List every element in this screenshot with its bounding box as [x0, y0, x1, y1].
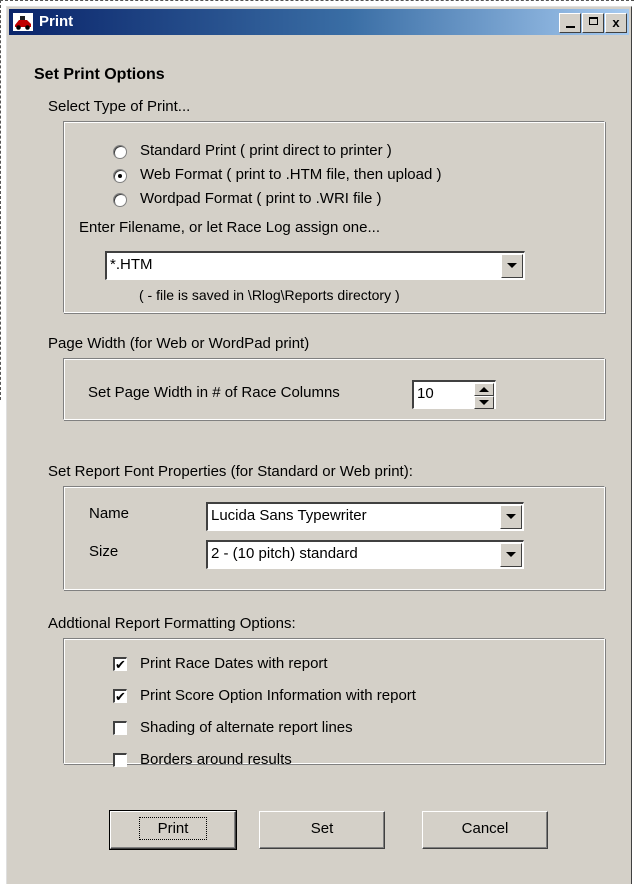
radio-standard-print-label[interactable]: Standard Print ( print direct to printer…	[140, 142, 392, 159]
minimize-button[interactable]	[559, 13, 581, 33]
filename-note: ( - file is saved in \Rlog\Reports direc…	[139, 287, 400, 303]
radio-web-format[interactable]	[113, 169, 127, 183]
filename-value[interactable]: *.HTM	[110, 256, 153, 273]
checkbox-borders-label[interactable]: Borders around results	[140, 751, 292, 768]
radio-wordpad-format[interactable]	[113, 193, 127, 207]
checkbox-score-option-label[interactable]: Print Score Option Information with repo…	[140, 687, 416, 704]
print-button[interactable]: Print	[109, 810, 237, 850]
spin-up-icon[interactable]	[474, 383, 494, 396]
checkbox-race-dates-label[interactable]: Print Race Dates with report	[140, 655, 328, 672]
chevron-down-icon[interactable]	[500, 543, 522, 567]
window-title: Print	[39, 13, 74, 30]
filename-label: Enter Filename, or let Race Log assign o…	[79, 219, 380, 236]
checkbox-shading[interactable]	[113, 721, 127, 735]
title-bar[interactable]: Print x	[9, 9, 629, 35]
checkbox-borders[interactable]	[113, 753, 127, 767]
filename-combobox[interactable]: *.HTM	[105, 251, 525, 280]
radio-standard-print[interactable]	[113, 145, 127, 159]
page-width-label: Page Width (for Web or WordPad print)	[48, 335, 310, 352]
spin-down-icon[interactable]	[474, 396, 494, 409]
print-dialog: Print x Set Print Options Select Type of…	[6, 6, 632, 884]
print-type-label: Select Type of Print...	[48, 98, 191, 115]
chevron-down-icon[interactable]	[501, 254, 523, 278]
minimize-icon	[565, 26, 575, 28]
maximize-icon	[588, 17, 598, 25]
font-size-combobox[interactable]: 2 - (10 pitch) standard	[206, 540, 524, 569]
selection-edge-left	[0, 0, 1, 400]
race-car-icon	[13, 13, 33, 31]
maximize-button[interactable]	[582, 13, 604, 33]
checkbox-score-option[interactable]: ✔	[113, 689, 127, 703]
page-width-spinner[interactable]: 10	[412, 380, 496, 409]
font-size-label: Size	[89, 543, 119, 560]
selection-edge-top	[0, 0, 634, 1]
formatting-label: Addtional Report Formatting Options:	[48, 615, 296, 632]
cancel-button[interactable]: Cancel	[422, 811, 548, 849]
checkbox-shading-label[interactable]: Shading of alternate report lines	[140, 719, 353, 736]
font-size-value[interactable]: 2 - (10 pitch) standard	[211, 545, 358, 562]
radio-web-format-label[interactable]: Web Format ( print to .HTM file, then up…	[140, 166, 442, 183]
radio-wordpad-format-label[interactable]: Wordpad Format ( print to .WRI file )	[140, 190, 381, 207]
checkbox-race-dates[interactable]: ✔	[113, 657, 127, 671]
set-button[interactable]: Set	[259, 811, 385, 849]
font-name-value[interactable]: Lucida Sans Typewriter	[211, 507, 367, 524]
dialog-heading: Set Print Options	[34, 66, 165, 83]
font-name-label: Name	[89, 505, 130, 522]
close-icon: x	[612, 15, 620, 30]
page-width-value[interactable]: 10	[417, 385, 434, 402]
print-button-label: Print	[138, 817, 208, 840]
page-width-field-label: Set Page Width in # of Race Columns	[88, 384, 340, 401]
font-name-combobox[interactable]: Lucida Sans Typewriter	[206, 502, 524, 531]
chevron-down-icon[interactable]	[500, 505, 522, 529]
font-props-label: Set Report Font Properties (for Standard…	[48, 463, 413, 480]
close-button[interactable]: x	[605, 13, 627, 33]
